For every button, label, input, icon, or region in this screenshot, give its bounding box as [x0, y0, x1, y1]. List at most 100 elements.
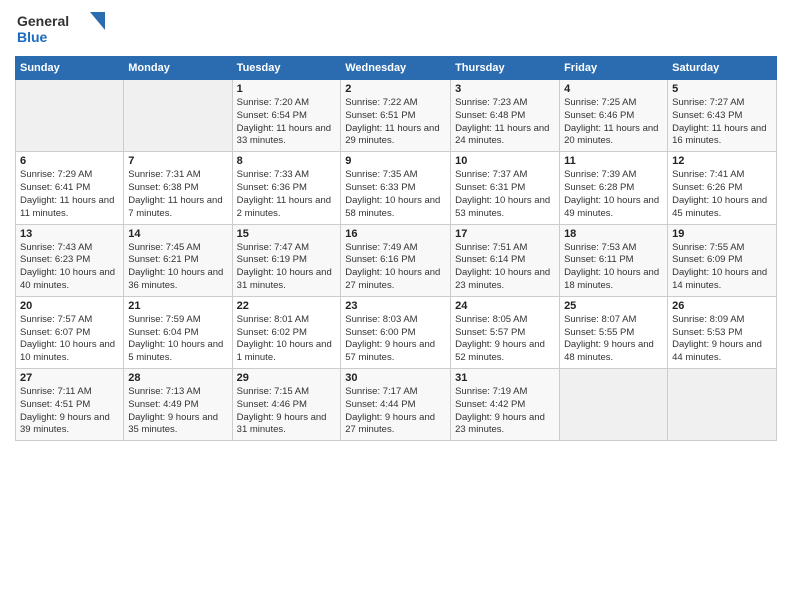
day-info: Sunrise: 7:51 AM Sunset: 6:14 PM Dayligh… — [455, 242, 555, 293]
weekday-header: Friday — [560, 57, 668, 80]
calendar-day-cell: 17 Sunrise: 7:51 AM Sunset: 6:14 PM Dayli… — [451, 224, 560, 296]
day-number: 2 — [345, 83, 446, 95]
day-number: 24 — [455, 300, 555, 312]
calendar-day-cell: 1 Sunrise: 7:20 AM Sunset: 6:54 PM Daylig… — [232, 80, 341, 152]
page-header: GeneralBlue — [15, 10, 777, 48]
calendar-table: SundayMondayTuesdayWednesdayThursdayFrid… — [15, 56, 777, 441]
calendar-day-cell: 25 Sunrise: 8:07 AM Sunset: 5:55 PM Dayli… — [560, 296, 668, 368]
day-info: Sunrise: 7:35 AM Sunset: 6:33 PM Dayligh… — [345, 169, 446, 220]
day-number: 13 — [20, 228, 119, 240]
day-number: 17 — [455, 228, 555, 240]
day-number: 3 — [455, 83, 555, 95]
day-info: Sunrise: 7:27 AM Sunset: 6:43 PM Dayligh… — [672, 97, 772, 148]
calendar-day-cell: 2 Sunrise: 7:22 AM Sunset: 6:51 PM Daylig… — [341, 80, 451, 152]
calendar-day-cell: 24 Sunrise: 8:05 AM Sunset: 5:57 PM Dayli… — [451, 296, 560, 368]
day-number: 31 — [455, 372, 555, 384]
calendar-day-cell: 27 Sunrise: 7:11 AM Sunset: 4:51 PM Dayli… — [16, 369, 124, 441]
weekday-header: Sunday — [16, 57, 124, 80]
day-info: Sunrise: 7:57 AM Sunset: 6:07 PM Dayligh… — [20, 314, 119, 365]
calendar-day-cell: 14 Sunrise: 7:45 AM Sunset: 6:21 PM Dayli… — [124, 224, 232, 296]
calendar-day-cell — [668, 369, 777, 441]
calendar-day-cell: 16 Sunrise: 7:49 AM Sunset: 6:16 PM Dayli… — [341, 224, 451, 296]
day-number: 23 — [345, 300, 446, 312]
day-info: Sunrise: 7:49 AM Sunset: 6:16 PM Dayligh… — [345, 242, 446, 293]
calendar-day-cell: 4Sunrise: 7:25 AM Sunset: 6:46 PM Daylig… — [560, 80, 668, 152]
day-number: 22 — [237, 300, 337, 312]
calendar-day-cell: 30 Sunrise: 7:17 AM Sunset: 4:44 PM Dayli… — [341, 369, 451, 441]
day-info: Sunrise: 7:47 AM Sunset: 6:19 PM Dayligh… — [237, 242, 337, 293]
day-number: 4 — [564, 83, 663, 95]
calendar-day-cell: 19Sunrise: 7:55 AM Sunset: 6:09 PM Dayli… — [668, 224, 777, 296]
weekday-header: Thursday — [451, 57, 560, 80]
calendar-day-cell: 20 Sunrise: 7:57 AM Sunset: 6:07 PM Dayli… — [16, 296, 124, 368]
day-info: Sunrise: 7:19 AM Sunset: 4:42 PM Dayligh… — [455, 386, 555, 437]
day-info: Sunrise: 7:20 AM Sunset: 6:54 PM Dayligh… — [237, 97, 337, 148]
day-number: 10 — [455, 155, 555, 167]
day-info: Sunrise: 7:59 AM Sunset: 6:04 PM Dayligh… — [128, 314, 227, 365]
calendar-day-cell: 6Sunrise: 7:29 AM Sunset: 6:41 PM Daylig… — [16, 152, 124, 224]
weekday-header: Tuesday — [232, 57, 341, 80]
calendar-day-cell: 26Sunrise: 8:09 AM Sunset: 5:53 PM Dayli… — [668, 296, 777, 368]
calendar-week-row: 1 Sunrise: 7:20 AM Sunset: 6:54 PM Daylig… — [16, 80, 777, 152]
calendar-day-cell — [16, 80, 124, 152]
weekday-header: Wednesday — [341, 57, 451, 80]
day-info: Sunrise: 7:55 AM Sunset: 6:09 PM Dayligh… — [672, 242, 772, 293]
calendar-day-cell: 29 Sunrise: 7:15 AM Sunset: 4:46 PM Dayli… — [232, 369, 341, 441]
day-number: 5 — [672, 83, 772, 95]
day-number: 27 — [20, 372, 119, 384]
day-info: Sunrise: 7:37 AM Sunset: 6:31 PM Dayligh… — [455, 169, 555, 220]
day-number: 7 — [128, 155, 227, 167]
day-info: Sunrise: 8:05 AM Sunset: 5:57 PM Dayligh… — [455, 314, 555, 365]
day-number: 20 — [20, 300, 119, 312]
calendar-day-cell: 9 Sunrise: 7:35 AM Sunset: 6:33 PM Daylig… — [341, 152, 451, 224]
day-number: 8 — [237, 155, 337, 167]
weekday-header: Saturday — [668, 57, 777, 80]
calendar-week-row: 20 Sunrise: 7:57 AM Sunset: 6:07 PM Dayli… — [16, 296, 777, 368]
calendar-day-cell: 15 Sunrise: 7:47 AM Sunset: 6:19 PM Dayli… — [232, 224, 341, 296]
day-number: 21 — [128, 300, 227, 312]
calendar-week-row: 27 Sunrise: 7:11 AM Sunset: 4:51 PM Dayli… — [16, 369, 777, 441]
svg-text:General: General — [17, 13, 69, 29]
calendar-day-cell: 3Sunrise: 7:23 AM Sunset: 6:48 PM Daylig… — [451, 80, 560, 152]
day-info: Sunrise: 7:33 AM Sunset: 6:36 PM Dayligh… — [237, 169, 337, 220]
day-number: 9 — [345, 155, 446, 167]
day-number: 28 — [128, 372, 227, 384]
weekday-header: Monday — [124, 57, 232, 80]
calendar-day-cell: 21 Sunrise: 7:59 AM Sunset: 6:04 PM Dayli… — [124, 296, 232, 368]
day-number: 18 — [564, 228, 663, 240]
calendar-day-cell: 18 Sunrise: 7:53 AM Sunset: 6:11 PM Dayli… — [560, 224, 668, 296]
calendar-day-cell — [124, 80, 232, 152]
calendar-day-cell: 11Sunrise: 7:39 AM Sunset: 6:28 PM Dayli… — [560, 152, 668, 224]
day-info: Sunrise: 7:39 AM Sunset: 6:28 PM Dayligh… — [564, 169, 663, 220]
calendar-day-cell — [560, 369, 668, 441]
calendar-day-cell: 31 Sunrise: 7:19 AM Sunset: 4:42 PM Dayli… — [451, 369, 560, 441]
day-info: Sunrise: 7:11 AM Sunset: 4:51 PM Dayligh… — [20, 386, 119, 437]
calendar-day-cell: 28Sunrise: 7:13 AM Sunset: 4:49 PM Dayli… — [124, 369, 232, 441]
day-info: Sunrise: 7:45 AM Sunset: 6:21 PM Dayligh… — [128, 242, 227, 293]
day-number: 1 — [237, 83, 337, 95]
logo-svg: GeneralBlue — [15, 10, 105, 48]
day-info: Sunrise: 7:15 AM Sunset: 4:46 PM Dayligh… — [237, 386, 337, 437]
calendar-day-cell: 23Sunrise: 8:03 AM Sunset: 6:00 PM Dayli… — [341, 296, 451, 368]
calendar-week-row: 13 Sunrise: 7:43 AM Sunset: 6:23 PM Dayli… — [16, 224, 777, 296]
calendar-day-cell: 12Sunrise: 7:41 AM Sunset: 6:26 PM Dayli… — [668, 152, 777, 224]
day-info: Sunrise: 7:43 AM Sunset: 6:23 PM Dayligh… — [20, 242, 119, 293]
calendar-day-cell: 5 Sunrise: 7:27 AM Sunset: 6:43 PM Daylig… — [668, 80, 777, 152]
calendar-day-cell: 22Sunrise: 8:01 AM Sunset: 6:02 PM Dayli… — [232, 296, 341, 368]
day-info: Sunrise: 7:53 AM Sunset: 6:11 PM Dayligh… — [564, 242, 663, 293]
day-number: 14 — [128, 228, 227, 240]
day-number: 16 — [345, 228, 446, 240]
day-info: Sunrise: 7:22 AM Sunset: 6:51 PM Dayligh… — [345, 97, 446, 148]
day-info: Sunrise: 7:31 AM Sunset: 6:38 PM Dayligh… — [128, 169, 227, 220]
day-info: Sunrise: 7:29 AM Sunset: 6:41 PM Dayligh… — [20, 169, 119, 220]
day-info: Sunrise: 7:17 AM Sunset: 4:44 PM Dayligh… — [345, 386, 446, 437]
calendar-header-row: SundayMondayTuesdayWednesdayThursdayFrid… — [16, 57, 777, 80]
day-number: 29 — [237, 372, 337, 384]
day-info: Sunrise: 7:41 AM Sunset: 6:26 PM Dayligh… — [672, 169, 772, 220]
day-number: 26 — [672, 300, 772, 312]
day-number: 30 — [345, 372, 446, 384]
day-info: Sunrise: 8:07 AM Sunset: 5:55 PM Dayligh… — [564, 314, 663, 365]
day-number: 15 — [237, 228, 337, 240]
logo: GeneralBlue — [15, 10, 105, 48]
day-number: 25 — [564, 300, 663, 312]
